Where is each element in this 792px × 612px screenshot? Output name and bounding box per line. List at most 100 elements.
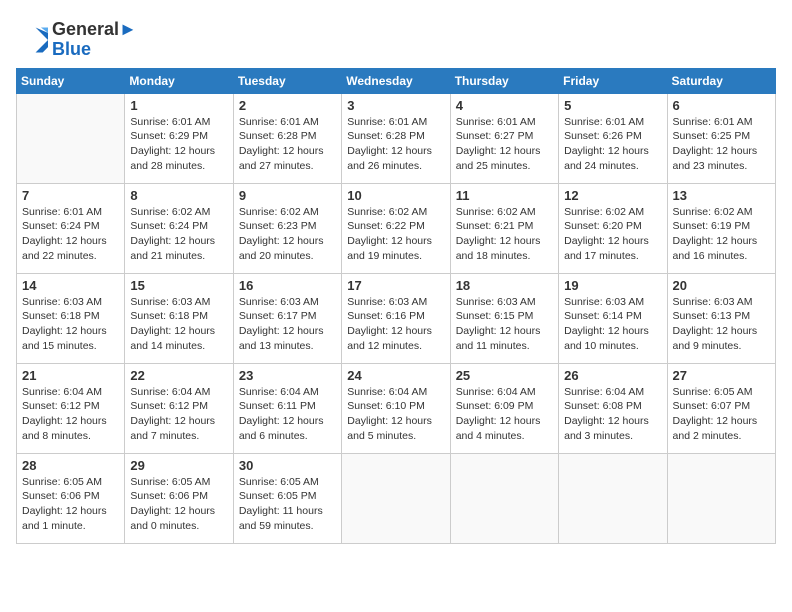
day-info: Sunrise: 6:01 AMSunset: 6:24 PMDaylight:… — [22, 205, 119, 264]
day-number: 5 — [564, 98, 661, 113]
day-info: Sunrise: 6:04 AMSunset: 6:09 PMDaylight:… — [456, 385, 553, 444]
calendar-cell: 30 Sunrise: 6:05 AMSunset: 6:05 PMDayligh… — [233, 453, 341, 543]
day-info: Sunrise: 6:03 AMSunset: 6:16 PMDaylight:… — [347, 295, 444, 354]
day-info: Sunrise: 6:04 AMSunset: 6:08 PMDaylight:… — [564, 385, 661, 444]
calendar-cell: 3 Sunrise: 6:01 AMSunset: 6:28 PMDaylight… — [342, 93, 450, 183]
day-number: 18 — [456, 278, 553, 293]
day-info: Sunrise: 6:04 AMSunset: 6:10 PMDaylight:… — [347, 385, 444, 444]
day-number: 20 — [673, 278, 770, 293]
day-number: 29 — [130, 458, 227, 473]
day-number: 1 — [130, 98, 227, 113]
weekday-header-tuesday: Tuesday — [233, 68, 341, 93]
calendar-week-row: 21 Sunrise: 6:04 AMSunset: 6:12 PMDayligh… — [17, 363, 776, 453]
day-number: 24 — [347, 368, 444, 383]
day-number: 22 — [130, 368, 227, 383]
day-number: 15 — [130, 278, 227, 293]
day-info: Sunrise: 6:04 AMSunset: 6:11 PMDaylight:… — [239, 385, 336, 444]
calendar-cell: 22 Sunrise: 6:04 AMSunset: 6:12 PMDayligh… — [125, 363, 233, 453]
calendar-cell: 26 Sunrise: 6:04 AMSunset: 6:08 PMDayligh… — [559, 363, 667, 453]
calendar-cell — [450, 453, 558, 543]
weekday-header-thursday: Thursday — [450, 68, 558, 93]
day-info: Sunrise: 6:03 AMSunset: 6:13 PMDaylight:… — [673, 295, 770, 354]
day-info: Sunrise: 6:03 AMSunset: 6:18 PMDaylight:… — [130, 295, 227, 354]
calendar-cell: 8Sunrise: 6:02 AMSunset: 6:24 PMDaylight… — [125, 183, 233, 273]
day-info: Sunrise: 6:01 AMSunset: 6:28 PMDaylight:… — [239, 115, 336, 174]
calendar-cell: 2 Sunrise: 6:01 AMSunset: 6:28 PMDaylight… — [233, 93, 341, 183]
day-number: 8 — [130, 188, 227, 203]
calendar-table: SundayMondayTuesdayWednesdayThursdayFrid… — [16, 68, 776, 544]
logo: General► Blue — [16, 20, 137, 60]
calendar-cell — [342, 453, 450, 543]
day-number: 21 — [22, 368, 119, 383]
calendar-cell: 21 Sunrise: 6:04 AMSunset: 6:12 PMDayligh… — [17, 363, 125, 453]
day-info: Sunrise: 6:01 AMSunset: 6:26 PMDaylight:… — [564, 115, 661, 174]
day-info: Sunrise: 6:02 AMSunset: 6:23 PMDaylight:… — [239, 205, 336, 264]
day-number: 27 — [673, 368, 770, 383]
day-number: 19 — [564, 278, 661, 293]
day-info: Sunrise: 6:03 AMSunset: 6:14 PMDaylight:… — [564, 295, 661, 354]
day-info: Sunrise: 6:02 AMSunset: 6:22 PMDaylight:… — [347, 205, 444, 264]
day-info: Sunrise: 6:03 AMSunset: 6:15 PMDaylight:… — [456, 295, 553, 354]
calendar-cell: 24 Sunrise: 6:04 AMSunset: 6:10 PMDayligh… — [342, 363, 450, 453]
calendar-cell: 6 Sunrise: 6:01 AMSunset: 6:25 PMDaylight… — [667, 93, 775, 183]
day-info: Sunrise: 6:04 AMSunset: 6:12 PMDaylight:… — [130, 385, 227, 444]
logo-icon — [16, 24, 48, 56]
calendar-cell — [559, 453, 667, 543]
calendar-cell: 10Sunrise: 6:02 AMSunset: 6:22 PMDayligh… — [342, 183, 450, 273]
calendar-cell: 7 Sunrise: 6:01 AMSunset: 6:24 PMDaylight… — [17, 183, 125, 273]
day-number: 13 — [673, 188, 770, 203]
calendar-cell: 1 Sunrise: 6:01 AMSunset: 6:29 PMDaylight… — [125, 93, 233, 183]
calendar-cell: 5 Sunrise: 6:01 AMSunset: 6:26 PMDaylight… — [559, 93, 667, 183]
day-info: Sunrise: 6:01 AMSunset: 6:28 PMDaylight:… — [347, 115, 444, 174]
day-info: Sunrise: 6:05 AMSunset: 6:05 PMDaylight:… — [239, 475, 336, 534]
calendar-cell: 17 Sunrise: 6:03 AMSunset: 6:16 PMDayligh… — [342, 273, 450, 363]
day-number: 3 — [347, 98, 444, 113]
day-info: Sunrise: 6:04 AMSunset: 6:12 PMDaylight:… — [22, 385, 119, 444]
calendar-cell: 27 Sunrise: 6:05 AMSunset: 6:07 PMDayligh… — [667, 363, 775, 453]
weekday-header-sunday: Sunday — [17, 68, 125, 93]
calendar-cell: 29Sunrise: 6:05 AMSunset: 6:06 PMDayligh… — [125, 453, 233, 543]
day-info: Sunrise: 6:05 AMSunset: 6:06 PMDaylight:… — [22, 475, 119, 534]
calendar-cell: 15 Sunrise: 6:03 AMSunset: 6:18 PMDayligh… — [125, 273, 233, 363]
calendar-cell: 11 Sunrise: 6:02 AMSunset: 6:21 PMDayligh… — [450, 183, 558, 273]
day-number: 17 — [347, 278, 444, 293]
day-info: Sunrise: 6:01 AMSunset: 6:25 PMDaylight:… — [673, 115, 770, 174]
day-number: 23 — [239, 368, 336, 383]
calendar-cell: 28 Sunrise: 6:05 AMSunset: 6:06 PMDayligh… — [17, 453, 125, 543]
calendar-cell: 14 Sunrise: 6:03 AMSunset: 6:18 PMDayligh… — [17, 273, 125, 363]
day-info: Sunrise: 6:03 AMSunset: 6:18 PMDaylight:… — [22, 295, 119, 354]
calendar-cell: 18 Sunrise: 6:03 AMSunset: 6:15 PMDayligh… — [450, 273, 558, 363]
day-info: Sunrise: 6:05 AMSunset: 6:07 PMDaylight:… — [673, 385, 770, 444]
day-number: 4 — [456, 98, 553, 113]
day-info: Sunrise: 6:02 AMSunset: 6:20 PMDaylight:… — [564, 205, 661, 264]
day-number: 9 — [239, 188, 336, 203]
weekday-header-row: SundayMondayTuesdayWednesdayThursdayFrid… — [17, 68, 776, 93]
calendar-cell: 19 Sunrise: 6:03 AMSunset: 6:14 PMDayligh… — [559, 273, 667, 363]
calendar-cell: 20 Sunrise: 6:03 AMSunset: 6:13 PMDayligh… — [667, 273, 775, 363]
logo-text: General► Blue — [52, 20, 137, 60]
day-number: 6 — [673, 98, 770, 113]
calendar-cell: 4 Sunrise: 6:01 AMSunset: 6:27 PMDaylight… — [450, 93, 558, 183]
calendar-week-row: 7 Sunrise: 6:01 AMSunset: 6:24 PMDaylight… — [17, 183, 776, 273]
day-info: Sunrise: 6:02 AMSunset: 6:21 PMDaylight:… — [456, 205, 553, 264]
calendar-cell: 12 Sunrise: 6:02 AMSunset: 6:20 PMDayligh… — [559, 183, 667, 273]
day-number: 7 — [22, 188, 119, 203]
day-info: Sunrise: 6:01 AMSunset: 6:29 PMDaylight:… — [130, 115, 227, 174]
day-number: 25 — [456, 368, 553, 383]
day-number: 28 — [22, 458, 119, 473]
day-number: 2 — [239, 98, 336, 113]
day-number: 11 — [456, 188, 553, 203]
day-number: 16 — [239, 278, 336, 293]
day-number: 14 — [22, 278, 119, 293]
calendar-week-row: 28 Sunrise: 6:05 AMSunset: 6:06 PMDayligh… — [17, 453, 776, 543]
weekday-header-friday: Friday — [559, 68, 667, 93]
day-number: 26 — [564, 368, 661, 383]
calendar-cell — [17, 93, 125, 183]
day-number: 30 — [239, 458, 336, 473]
calendar-cell: 9 Sunrise: 6:02 AMSunset: 6:23 PMDaylight… — [233, 183, 341, 273]
page-header: General► Blue — [16, 16, 776, 60]
day-number: 12 — [564, 188, 661, 203]
calendar-cell: 13Sunrise: 6:02 AMSunset: 6:19 PMDayligh… — [667, 183, 775, 273]
calendar-week-row: 1 Sunrise: 6:01 AMSunset: 6:29 PMDaylight… — [17, 93, 776, 183]
day-info: Sunrise: 6:01 AMSunset: 6:27 PMDaylight:… — [456, 115, 553, 174]
